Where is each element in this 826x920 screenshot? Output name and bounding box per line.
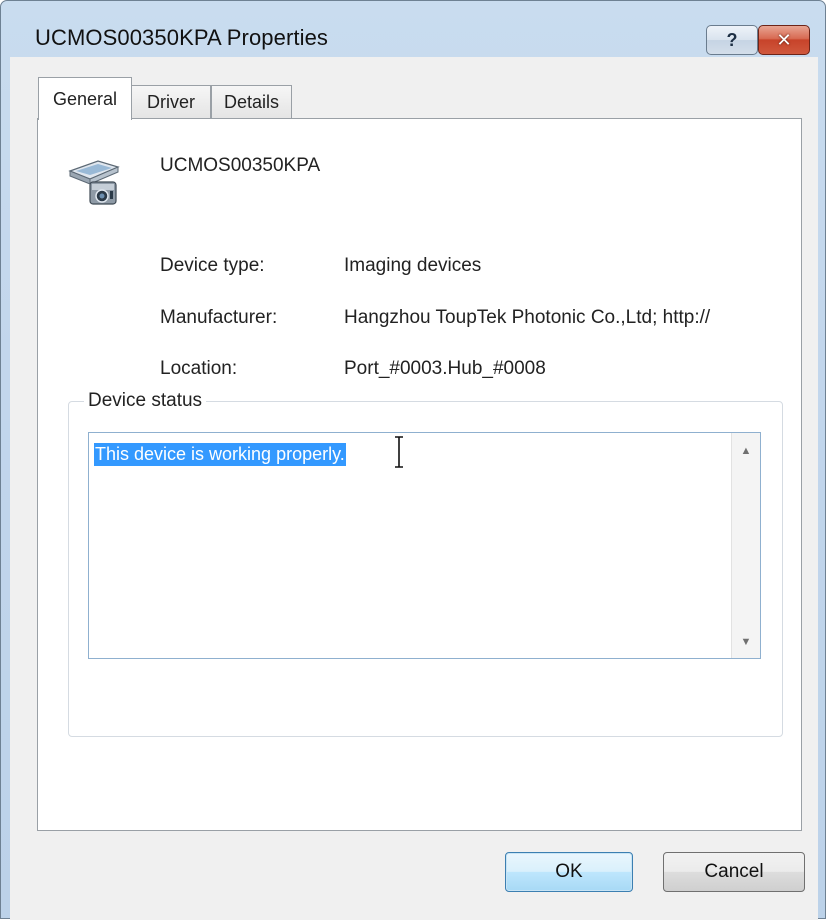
ok-button[interactable]: OK <box>505 852 633 892</box>
device-status-title: Device status <box>84 390 207 412</box>
device-type-label: Device type: <box>160 255 265 276</box>
device-status-textbox[interactable]: This device is working properly. ▲ ▼ <box>88 432 761 659</box>
general-tab-panel: UCMOS00350KPA Device type: Imaging devic… <box>37 118 802 831</box>
cancel-button[interactable]: Cancel <box>663 852 805 892</box>
tab-general[interactable]: General <box>38 77 132 120</box>
scroll-up-arrow-icon[interactable]: ▲ <box>732 445 760 457</box>
status-text-selected[interactable]: This device is working properly. <box>94 443 346 466</box>
location-label: Location: <box>160 358 238 379</box>
location-value: Port_#0003.Hub_#0008 <box>344 358 546 379</box>
properties-dialog: UCMOS00350KPA Properties ? ✕ General Dri… <box>0 0 826 920</box>
status-scrollbar[interactable]: ▲ ▼ <box>731 433 760 658</box>
help-button[interactable]: ? <box>706 25 758 55</box>
scroll-down-arrow-icon[interactable]: ▼ <box>732 636 760 648</box>
close-button[interactable]: ✕ <box>758 25 810 55</box>
window-title: UCMOS00350KPA Properties <box>35 25 329 50</box>
close-icon: ✕ <box>776 29 792 50</box>
text-cursor-icon <box>395 436 403 468</box>
camera-device-icon <box>68 160 120 205</box>
device-name: UCMOS00350KPA <box>160 155 321 176</box>
manufacturer-value: Hangzhou ToupTek Photonic Co.,Ltd; http:… <box>344 307 711 328</box>
manufacturer-label: Manufacturer: <box>160 307 278 328</box>
tab-details[interactable]: Details <box>211 85 292 119</box>
dialog-client-area: General Driver Details UCMOS00350KPA Dev… <box>10 57 818 920</box>
tab-driver[interactable]: Driver <box>131 85 211 119</box>
help-icon: ? <box>726 29 738 50</box>
device-type-value: Imaging devices <box>344 255 482 276</box>
